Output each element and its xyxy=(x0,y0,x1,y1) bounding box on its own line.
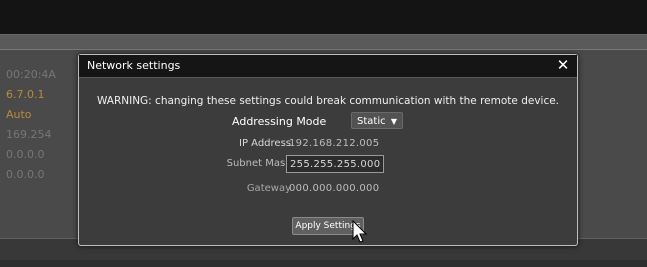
device-mode: Auto xyxy=(6,108,32,121)
addressing-mode-value: Static xyxy=(357,116,386,127)
addressing-mode-select[interactable]: Static ▼ xyxy=(351,112,403,129)
chevron-down-icon: ▼ xyxy=(390,117,397,126)
gateway-value[interactable]: 000.000.000.000 xyxy=(289,183,379,194)
dialog-title: Network settings xyxy=(87,59,181,72)
warning-text: WARNING: changing these settings could b… xyxy=(96,95,560,107)
mouse-pointer-icon xyxy=(352,220,368,243)
device-gateway: 0.0.0.0 xyxy=(6,168,45,181)
subnet-mask-row: Subnet Mask xyxy=(79,155,577,173)
device-firmware: 6.7.0.1 xyxy=(6,88,45,101)
device-mask: 0.0.0.0 xyxy=(6,148,45,161)
ip-address-label: IP Address xyxy=(239,138,291,149)
panel-header xyxy=(0,35,647,50)
network-settings-dialog: Network settings ✕ WARNING: changing the… xyxy=(78,54,578,246)
subnet-mask-label: Subnet Mask xyxy=(226,158,291,169)
gateway-row: Gateway 000.000.000.000 xyxy=(79,180,577,198)
top-bar xyxy=(0,0,647,34)
gateway-label: Gateway xyxy=(246,183,291,194)
bottom-strip xyxy=(0,260,647,267)
device-ip: 169.254 xyxy=(6,128,52,141)
device-info-list: 00:20:4A 6.7.0.1 Auto 169.254 0.0.0.0 0.… xyxy=(0,65,78,185)
ip-address-row: IP Address 192.168.212.005 xyxy=(79,135,577,153)
ip-address-value[interactable]: 192.168.212.005 xyxy=(289,138,379,149)
subnet-mask-input[interactable] xyxy=(286,155,384,173)
addressing-mode-row: Addressing Mode Static ▼ xyxy=(79,112,577,130)
device-mac: 00:20:4A xyxy=(6,68,56,81)
addressing-mode-label: Addressing Mode xyxy=(232,115,327,128)
dialog-title-bar: Network settings ✕ xyxy=(79,55,577,78)
close-icon[interactable]: ✕ xyxy=(555,56,571,74)
